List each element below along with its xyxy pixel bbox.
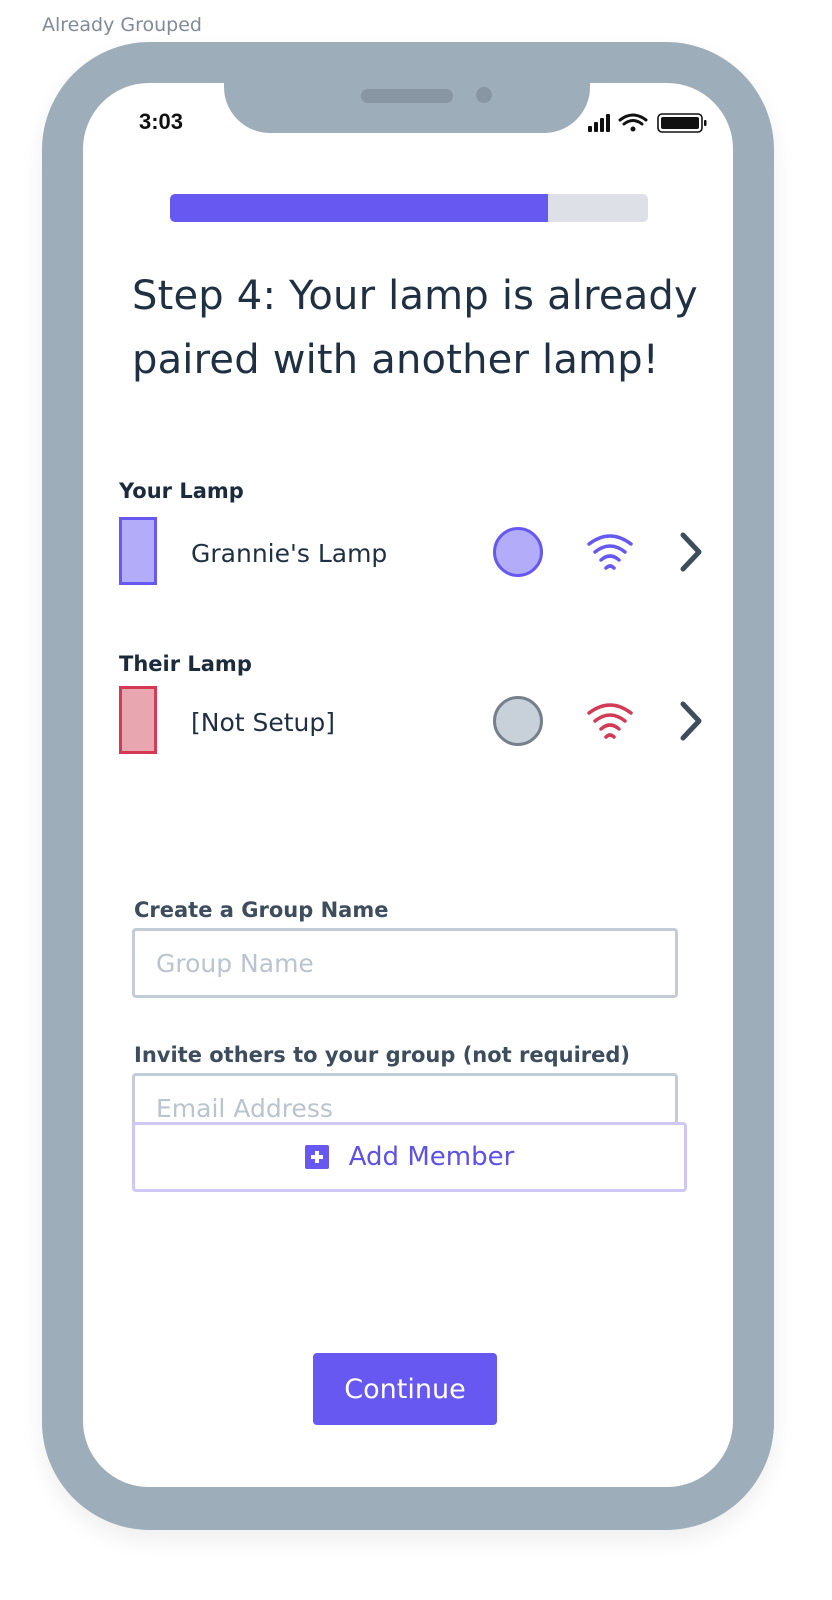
- wifi-status-icon: [618, 113, 648, 132]
- setup-progress-bar: [170, 194, 648, 222]
- frame-label: Already Grouped: [42, 14, 202, 36]
- add-member-button[interactable]: Add Member: [132, 1122, 687, 1192]
- their-lamp-wifi-icon: [587, 703, 633, 739]
- your-lamp-wifi-icon: [587, 534, 633, 570]
- phone-screen: 3:03 Step 4: Your lamp is already paired…: [83, 83, 733, 1487]
- plus-icon: [304, 1145, 329, 1169]
- add-member-label: Add Member: [348, 1142, 515, 1172]
- group-name-label: Create a Group Name: [134, 898, 389, 922]
- status-time: 3:03: [139, 109, 184, 134]
- page-title: Step 4: Your lamp is already paired with…: [132, 273, 698, 383]
- phone-notch: [224, 83, 590, 133]
- status-bar-icons: [588, 113, 707, 133]
- your-lamp-status-circle-icon: [493, 527, 543, 577]
- their-lamp-color-swatch: [119, 686, 157, 754]
- continue-button[interactable]: Continue: [313, 1353, 497, 1425]
- front-camera: [476, 87, 492, 103]
- your-lamp-name: Grannie's Lamp: [191, 539, 388, 568]
- group-name-input[interactable]: [132, 928, 678, 998]
- your-lamp-chevron-right-icon[interactable]: [677, 531, 705, 573]
- speaker-grille: [361, 89, 453, 103]
- phone-frame: 3:03 Step 4: Your lamp is already paired…: [42, 42, 774, 1530]
- cellular-signal-icon: [588, 114, 610, 132]
- your-lamp-label: Your Lamp: [119, 479, 244, 503]
- their-lamp-name: [Not Setup]: [191, 708, 336, 737]
- battery-icon: [657, 113, 707, 133]
- your-lamp-color-swatch: [119, 517, 157, 585]
- progress-fill: [170, 194, 548, 222]
- their-lamp-status-circle-icon: [493, 696, 543, 746]
- their-lamp-label: Their Lamp: [119, 652, 252, 676]
- their-lamp-chevron-right-icon[interactable]: [677, 700, 705, 742]
- invite-label: Invite others to your group (not require…: [134, 1043, 631, 1067]
